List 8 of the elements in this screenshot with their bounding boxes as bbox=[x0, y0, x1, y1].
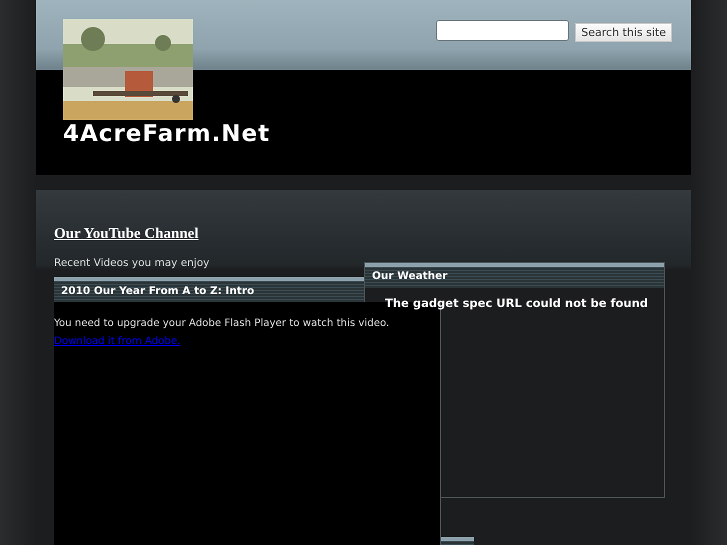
site-title: 4AcreFarm.Net bbox=[63, 121, 270, 147]
weather-message: The gadget spec URL could not be found bbox=[385, 296, 648, 310]
search-field[interactable] bbox=[436, 20, 570, 41]
intro-text: Recent Videos you may enjoy bbox=[54, 257, 210, 269]
weather-title: Our Weather bbox=[365, 263, 664, 288]
channel-heading-link[interactable]: Our YouTube Channel bbox=[54, 226, 199, 243]
flash-message: You need to upgrade your Adobe Flash Player to watch this video. bbox=[54, 318, 390, 329]
search-button[interactable]: Search this site bbox=[575, 23, 672, 42]
